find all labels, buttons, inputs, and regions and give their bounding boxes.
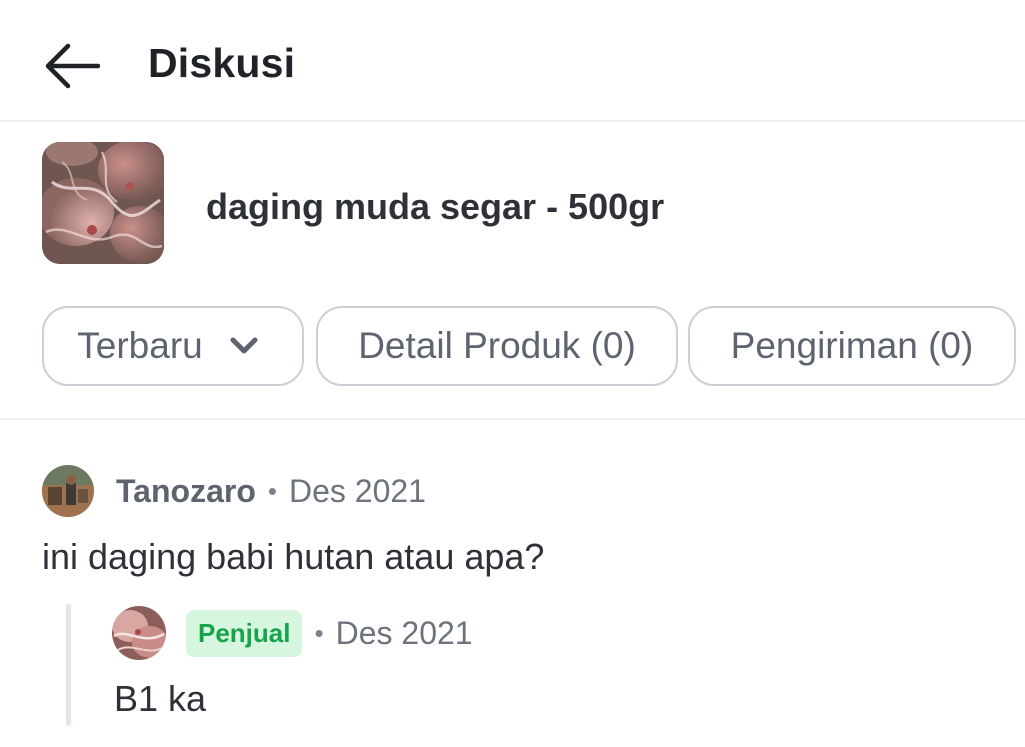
page-title: Diskusi [148,40,296,86]
arrow-left-icon [45,43,100,89]
chevron-down-icon [229,336,259,356]
question-username[interactable]: Tanozaro [116,473,256,510]
seller-reply: Penjual • Des 2021 B1 ka [66,604,966,726]
reply-thread-line [66,604,71,726]
product-name[interactable]: daging muda segar - 500gr [206,186,664,228]
question-meta: Tanozaro • Des 2021 [42,465,426,517]
sort-label: Terbaru [77,325,203,366]
filter-chips: Terbaru Detail Produk (0) Pengiriman (0) [42,306,1025,390]
product-thumbnail[interactable] [42,142,164,264]
reply-text: B1 ka [114,678,207,719]
reply-meta: Penjual • Des 2021 [112,606,473,660]
avatar[interactable] [112,606,166,660]
reply-date: Des 2021 [335,614,473,651]
avatar[interactable] [42,465,94,517]
filter-chip-detail-produk[interactable]: Detail Produk (0) [316,306,678,386]
question-text: ini daging babi hutan atau apa? [42,536,545,577]
filter-chip-pengiriman[interactable]: Pengiriman (0) [688,306,1016,386]
question-date: Des 2021 [288,472,426,509]
meta-separator: • [267,475,277,506]
meta-separator: • [314,617,324,648]
section-divider [0,418,1025,420]
product-summary[interactable]: daging muda segar - 500gr [42,142,982,266]
top-app-bar: Diskusi [0,0,1025,122]
seller-badge: Penjual [186,609,303,657]
sort-dropdown[interactable]: Terbaru [42,306,304,386]
back-button[interactable] [40,38,104,94]
